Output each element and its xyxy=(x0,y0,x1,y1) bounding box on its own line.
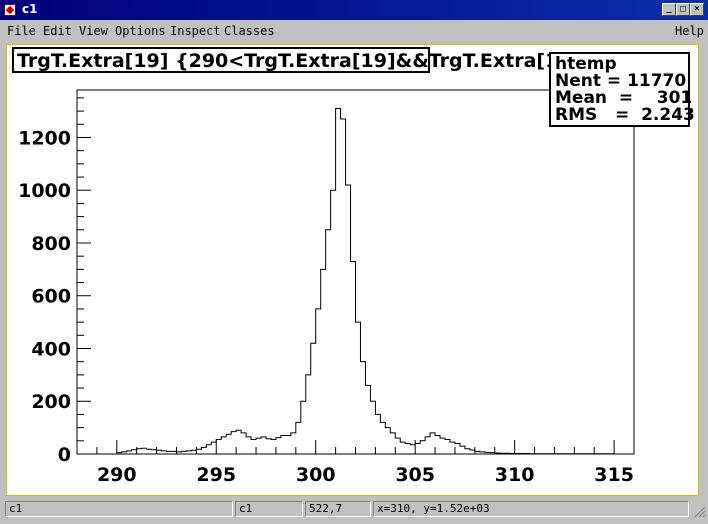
menu-edit[interactable]: Edit xyxy=(43,24,72,38)
x-tick-label: 295 xyxy=(196,464,236,486)
minimize-button[interactable]: _ xyxy=(662,3,676,16)
status-canvas: c1 xyxy=(235,501,303,517)
y-tick-label: 200 xyxy=(31,391,71,413)
y-tick-label: 600 xyxy=(31,286,71,308)
x-tick-label: 300 xyxy=(296,464,336,486)
resize-grip-icon[interactable] xyxy=(694,506,706,518)
menu-bar: File Edit View Options Inspect Classes H… xyxy=(0,21,708,41)
window-titlebar: c1 _ □ × xyxy=(0,0,708,20)
x-tick-label: 310 xyxy=(495,464,535,486)
menu-file[interactable]: File xyxy=(7,24,36,38)
y-tick-label: 1000 xyxy=(18,180,71,202)
menu-view[interactable]: View xyxy=(79,24,108,38)
menu-inspect[interactable]: Inspect xyxy=(170,24,221,38)
status-pixel-coords: 522,7 xyxy=(305,501,371,517)
histogram-svg[interactable]: 0 200 400 600 800 1000 1200 290 295 300 305 310 315… xyxy=(7,45,698,495)
status-info: x=310, y=1.52e+03 xyxy=(373,501,689,517)
menu-options[interactable]: Options xyxy=(115,24,166,38)
status-bar: c1 c1 522,7 x=310, y=1.52e+03 xyxy=(0,499,708,521)
maximize-button[interactable]: □ xyxy=(676,3,690,16)
window-title: c1 xyxy=(22,2,38,16)
y-tick-label: 400 xyxy=(31,338,71,360)
y-tick-label: 1200 xyxy=(18,127,71,149)
menu-classes[interactable]: Classes xyxy=(224,24,275,38)
plot-canvas[interactable]: 0 200 400 600 800 1000 1200 290 295 300 305 310 315… xyxy=(6,44,699,496)
stats-rms: RMS = 2.243 xyxy=(555,105,695,125)
x-tick-label: 305 xyxy=(395,464,435,486)
close-button[interactable]: × xyxy=(690,3,704,16)
y-tick-label: 800 xyxy=(31,233,71,255)
x-tick-label: 290 xyxy=(97,464,137,486)
y-tick-label: 0 xyxy=(58,444,71,466)
x-tick-label: 315 xyxy=(594,464,634,486)
root-app-icon xyxy=(4,4,16,16)
menu-help[interactable]: Help xyxy=(675,24,704,38)
status-object: c1 xyxy=(5,501,233,517)
